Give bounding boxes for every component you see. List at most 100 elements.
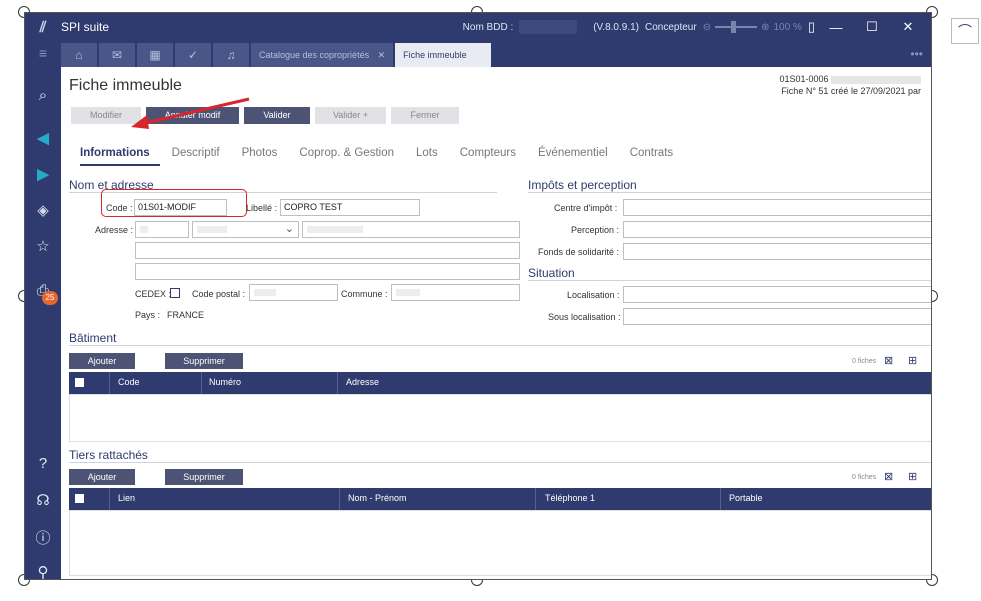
maximize-button[interactable]: ☐: [857, 19, 887, 35]
localisation-select[interactable]: ⌄: [623, 286, 931, 303]
db-label: Nom BDD :: [462, 21, 514, 33]
add-row-icon[interactable]: ⊞: [908, 354, 917, 367]
support-headset-icon[interactable]: ☊: [25, 491, 61, 509]
fonds-solidarite-label: Fonds de solidarité :: [538, 247, 620, 257]
user-icon[interactable]: ⚲: [25, 563, 61, 579]
adresse-line2-input[interactable]: [135, 242, 520, 259]
tab-contrats[interactable]: Contrats: [630, 147, 673, 159]
perception-input[interactable]: ⌕: [623, 221, 931, 238]
section-situation: Situation: [528, 266, 575, 280]
mail-icon[interactable]: ✉: [99, 43, 135, 67]
close-window-button[interactable]: ✕: [893, 19, 923, 35]
select-all-checkbox[interactable]: [75, 494, 84, 503]
adresse-voie-input[interactable]: [302, 221, 520, 238]
tiers-count: 0 fiches: [852, 474, 877, 481]
tiers-grid-header: Lien Nom - Prénom Téléphone 1 Portable: [69, 488, 931, 510]
col-lien[interactable]: Lien: [118, 493, 135, 503]
user-text: Concepteur: [645, 21, 697, 33]
check-icon[interactable]: ✓: [175, 43, 211, 67]
app-logo-icon: ⫽: [39, 18, 47, 36]
valider-plus-button[interactable]: Valider +: [315, 107, 386, 124]
db-name-field: [519, 20, 578, 34]
libelle-input[interactable]: COPRO TEST: [280, 199, 420, 216]
col-code[interactable]: Code: [118, 377, 140, 387]
tab-compteurs[interactable]: Compteurs: [460, 147, 516, 159]
col-numero[interactable]: Numéro: [209, 377, 241, 387]
expand-right-icon[interactable]: ▶: [25, 165, 61, 183]
centre-impot-input[interactable]: ⌕: [623, 199, 931, 216]
adresse-numero-input[interactable]: [135, 221, 189, 238]
document-icon[interactable]: ▯: [808, 19, 815, 35]
tab-catalogue-label: Catalogue des copropriétés: [259, 50, 370, 60]
collapse-left-icon[interactable]: ◀: [25, 129, 61, 147]
select-all-checkbox[interactable]: [75, 378, 84, 387]
zoom-control[interactable]: ⊖ ⊕ 100 %: [703, 21, 802, 33]
code-input[interactable]: 01S01-MODIF: [134, 199, 227, 216]
valider-button[interactable]: Valider: [244, 107, 310, 124]
section-tabs: Informations Descriptif Photos Coprop. &…: [80, 147, 673, 159]
minimize-button[interactable]: —: [821, 20, 851, 35]
commune-label: Commune :: [341, 289, 388, 299]
hamburger-menu-icon[interactable]: ≡: [25, 41, 61, 67]
record-info: 01S01-0006 Fiche N° 51 créé le 27/09/202…: [779, 73, 921, 97]
cedex-label: CEDEX :: [135, 289, 172, 299]
batiment-ajouter-button[interactable]: Ajouter: [69, 353, 135, 369]
main-content: Fiche immeuble 01S01-0006 Fiche N° 51 cr…: [61, 67, 931, 579]
cedex-checkbox[interactable]: [170, 288, 180, 298]
adresse-line3-input[interactable]: [135, 263, 520, 280]
fonds-solidarite-input[interactable]: ⌕: [623, 243, 931, 260]
favorites-star-icon[interactable]: ☆: [25, 237, 61, 255]
tab-lots[interactable]: Lots: [416, 147, 438, 159]
tab-evenementiel[interactable]: Événementiel: [538, 147, 608, 159]
code-diamond-icon[interactable]: ◈: [25, 201, 61, 219]
tiers-supprimer-button[interactable]: Supprimer: [165, 469, 243, 485]
sous-localisation-select[interactable]: ⌄: [623, 308, 931, 325]
commune-input[interactable]: [391, 284, 520, 301]
info-icon[interactable]: ⓘ: [25, 527, 61, 548]
code-postal-input[interactable]: [249, 284, 338, 301]
col-nom-prenom[interactable]: Nom - Prénom: [348, 493, 407, 503]
close-tab-icon[interactable]: ✕: [378, 50, 386, 60]
col-telephone[interactable]: Téléphone 1: [545, 493, 595, 503]
fermer-button[interactable]: Fermer: [391, 107, 459, 124]
excel-export-icon[interactable]: ⊠: [884, 354, 893, 367]
section-divider: [528, 192, 931, 193]
localisation-label: Localisation :: [567, 290, 620, 300]
home-icon[interactable]: ⌂: [61, 43, 97, 67]
search-icon[interactable]: ⌕: [25, 87, 61, 104]
bell-icon[interactable]: ♫: [213, 43, 249, 67]
add-row-icon[interactable]: ⊞: [908, 470, 917, 483]
modifier-button[interactable]: Modifier: [71, 107, 141, 124]
batiment-supprimer-button[interactable]: Supprimer: [165, 353, 243, 369]
tab-fiche-immeuble[interactable]: Fiche immeuble: [395, 43, 492, 67]
tiers-ajouter-button[interactable]: Ajouter: [69, 469, 135, 485]
help-icon[interactable]: ?: [25, 455, 61, 472]
more-options-icon[interactable]: •••: [910, 47, 931, 67]
title-bar: ⫽ SPI suite Nom BDD : (V.8.0.9.1) Concep…: [25, 13, 931, 41]
layout-options-icon[interactable]: ⌒: [951, 18, 979, 44]
sous-localisation-label: Sous localisation :: [548, 312, 621, 322]
record-ref: 01S01-0006: [779, 74, 829, 84]
zoom-out-icon[interactable]: ⊖: [703, 22, 711, 33]
sidebar: ⌕ ◀ ▶ ◈ ☆ ⎙ 25 ? ☊ ⓘ ⚲: [25, 67, 61, 579]
tab-coprop-gestion[interactable]: Coprop. & Gestion: [299, 147, 394, 159]
tiers-grid-body: ⌃ ⌄: [69, 510, 931, 576]
adresse-type-select[interactable]: ⌄: [192, 221, 299, 238]
tab-catalogue[interactable]: Catalogue des copropriétés ✕: [251, 43, 394, 67]
zoom-in-icon[interactable]: ⊕: [761, 22, 769, 33]
calendar-icon[interactable]: ▦: [137, 43, 173, 67]
record-created: Fiche N° 51 créé le 27/09/2021 par: [781, 86, 921, 96]
tab-informations[interactable]: Informations: [80, 147, 150, 159]
zoom-slider[interactable]: [715, 21, 758, 33]
annuler-modif-button[interactable]: Annuler modif: [146, 107, 239, 124]
tab-bar: ≡ ⌂ ✉ ▦ ✓ ♫ Catalogue des copropriétés ✕…: [25, 41, 931, 67]
section-tiers: Tiers rattachés: [69, 448, 148, 462]
excel-export-icon[interactable]: ⊠: [884, 470, 893, 483]
app-window: ⫽ SPI suite Nom BDD : (V.8.0.9.1) Concep…: [24, 12, 932, 580]
tab-fiche-immeuble-label: Fiche immeuble: [403, 50, 467, 60]
tab-photos[interactable]: Photos: [242, 147, 278, 159]
col-adresse[interactable]: Adresse: [346, 377, 379, 387]
chevron-down-icon[interactable]: ⌄: [285, 222, 294, 237]
col-portable[interactable]: Portable: [729, 493, 763, 503]
tab-descriptif[interactable]: Descriptif: [172, 147, 220, 159]
